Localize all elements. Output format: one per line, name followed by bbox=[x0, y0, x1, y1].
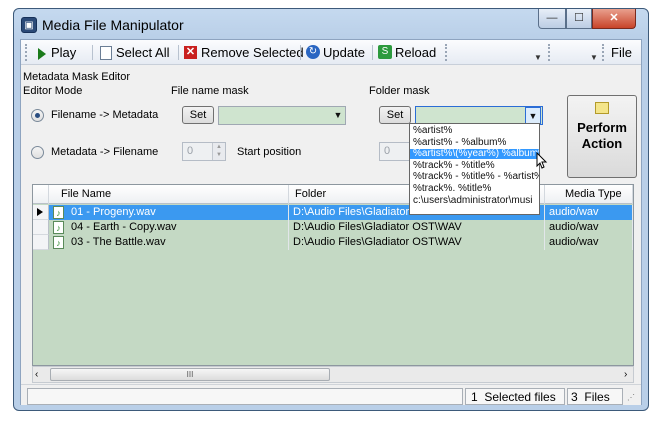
toolbar-overflow-icon[interactable]: ▼ bbox=[534, 53, 542, 62]
current-row-arrow-icon bbox=[37, 208, 43, 216]
toolbar-grip[interactable] bbox=[25, 44, 27, 61]
dropdown-option[interactable]: %track% - %title% bbox=[410, 160, 539, 171]
play-button[interactable]: Play bbox=[51, 44, 76, 62]
radio-metadata-to-filename[interactable] bbox=[31, 146, 44, 159]
perform-label-line2: Action bbox=[581, 136, 623, 151]
minimize-button[interactable]: — bbox=[538, 9, 566, 29]
mouse-cursor-icon bbox=[536, 152, 548, 169]
cell-file-name[interactable]: 01 - Progeny.wav bbox=[67, 205, 289, 220]
folder-start-value: 0 bbox=[384, 145, 391, 157]
reload-icon[interactable]: S bbox=[378, 45, 392, 59]
toolbar-grip[interactable] bbox=[548, 44, 550, 61]
cell-media-type[interactable]: audio/wav bbox=[545, 205, 633, 220]
perform-action-label: Perform Action bbox=[568, 120, 636, 152]
application-window: ▣ Media File Manipulator — ☐ ✕ Play Sele… bbox=[13, 8, 649, 411]
perform-action-button[interactable]: Perform Action bbox=[567, 95, 637, 178]
cell-folder[interactable]: D:\Audio Files\Gladiator OST\WAV bbox=[289, 220, 545, 235]
table-row[interactable]: ♪ 04 - Earth - Copy.wav D:\Audio Files\Gla… bbox=[33, 220, 633, 235]
column-header-file-name[interactable]: File Name bbox=[49, 185, 289, 204]
status-panel-files: 3 Files bbox=[567, 388, 623, 405]
row-header-corner bbox=[33, 185, 49, 204]
update-icon[interactable]: ↻ bbox=[306, 45, 320, 59]
music-note-icon: ♪ bbox=[53, 221, 64, 234]
set-filename-mask-button[interactable]: Set bbox=[182, 106, 214, 124]
maximize-button[interactable]: ☐ bbox=[566, 9, 592, 29]
cell-file-name[interactable]: 04 - Earth - Copy.wav bbox=[67, 220, 289, 235]
folder-mask-label: Folder mask bbox=[369, 85, 430, 97]
file-count: 3 bbox=[571, 390, 578, 404]
folder-mask-dropdown[interactable]: %artist% %artist% - %album% %artist%\(%yea… bbox=[409, 123, 540, 215]
remove-selected-button[interactable]: Remove Selected bbox=[201, 44, 304, 62]
table-header: File Name Folder Media Type bbox=[33, 185, 633, 204]
scrollbar-thumb[interactable]: III bbox=[50, 368, 330, 381]
row-header[interactable] bbox=[33, 220, 49, 235]
dropdown-option[interactable]: %artist% - %album% bbox=[410, 137, 539, 148]
dropdown-option[interactable]: c:\users\administrator\musi bbox=[410, 195, 539, 206]
toolbar-separator bbox=[372, 45, 373, 60]
table-row[interactable]: ♪ 03 - The Battle.wav D:\Audio Files\Gladi… bbox=[33, 235, 633, 250]
music-note-icon: ♪ bbox=[53, 236, 64, 249]
resize-grip-icon[interactable]: ⋰ bbox=[627, 393, 635, 402]
lightning-icon bbox=[595, 102, 609, 114]
radio-label-metadata-to-filename[interactable]: Metadata -> Filename bbox=[51, 146, 158, 158]
toolbar-grip[interactable] bbox=[445, 44, 447, 61]
app-icon[interactable]: ▣ bbox=[21, 17, 37, 33]
window-title: Media File Manipulator bbox=[42, 17, 184, 33]
horizontal-scrollbar[interactable]: ‹ III › bbox=[32, 366, 634, 383]
dropdown-option[interactable]: %artist%\(%year%) %album% bbox=[410, 149, 539, 160]
remove-icon[interactable]: ✕ bbox=[184, 46, 197, 59]
title-bar[interactable]: ▣ Media File Manipulator — ☐ ✕ bbox=[14, 9, 648, 39]
editor-mode-label: Editor Mode bbox=[23, 85, 83, 97]
scroll-left-icon[interactable]: ‹ bbox=[35, 367, 38, 382]
editor-title: Metadata Mask Editor bbox=[23, 71, 130, 83]
update-button[interactable]: Update bbox=[323, 44, 365, 62]
files-label: Files bbox=[584, 390, 610, 404]
radio-filename-to-metadata[interactable] bbox=[31, 109, 44, 122]
cell-file-name[interactable]: 03 - The Battle.wav bbox=[67, 235, 289, 250]
row-header[interactable] bbox=[33, 205, 49, 220]
status-panel-selected: 1 Selected files bbox=[465, 388, 565, 405]
cell-media-type[interactable]: audio/wav bbox=[545, 235, 633, 250]
play-icon[interactable] bbox=[38, 48, 46, 60]
start-position-value: 0 bbox=[187, 145, 194, 157]
selected-count: 1 bbox=[471, 390, 478, 404]
set-folder-mask-button[interactable]: Set bbox=[379, 106, 411, 124]
file-table[interactable]: File Name Folder Media Type ♪ 01 - Progen… bbox=[32, 184, 634, 366]
cell-media-type[interactable]: audio/wav bbox=[545, 220, 633, 235]
dropdown-option[interactable]: %track%. %title% bbox=[410, 184, 539, 194]
toolbar-separator bbox=[178, 45, 179, 60]
toolbar-separator bbox=[92, 45, 93, 60]
dropdown-option[interactable]: %track% - %title% - %artist% bbox=[410, 172, 539, 182]
start-position-label: Start position bbox=[237, 146, 302, 158]
column-header-media-type[interactable]: Media Type bbox=[545, 185, 633, 204]
row-header[interactable] bbox=[33, 235, 49, 250]
status-bar: 1 Selected files 3 Files ⋰ bbox=[21, 384, 641, 405]
menu-overflow-icon[interactable]: ▼ bbox=[590, 53, 598, 62]
music-note-icon: ♪ bbox=[53, 206, 64, 219]
dropdown-option[interactable]: %artist% bbox=[410, 126, 539, 136]
file-menu[interactable]: File bbox=[611, 44, 632, 62]
table-row[interactable]: ♪ 01 - Progeny.wav D:\Audio Files\Gladiato… bbox=[33, 205, 633, 220]
spinner-arrows-icon[interactable]: ▲ ▼ bbox=[212, 143, 225, 160]
radio-label-filename-to-metadata[interactable]: Filename -> Metadata bbox=[51, 109, 158, 121]
toolbar-separator bbox=[300, 45, 301, 60]
toolbar: Play Select All ✕ Remove Selected ↻ Upda… bbox=[21, 40, 641, 65]
toolbar-grip[interactable] bbox=[602, 44, 604, 61]
chevron-down-icon[interactable]: ▼ bbox=[330, 107, 346, 124]
filename-mask-label: File name mask bbox=[171, 85, 249, 97]
start-position-spinner[interactable]: 0 ▲ ▼ bbox=[182, 142, 226, 161]
perform-label-line1: Perform bbox=[577, 120, 627, 135]
filename-mask-combo[interactable]: ▼ bbox=[218, 106, 346, 125]
status-panel-message bbox=[27, 388, 463, 405]
cell-folder[interactable]: D:\Audio Files\Gladiator OST\WAV bbox=[289, 235, 545, 250]
select-all-button[interactable]: Select All bbox=[116, 44, 169, 62]
client-area: Play Select All ✕ Remove Selected ↻ Upda… bbox=[20, 39, 642, 405]
close-button[interactable]: ✕ bbox=[592, 9, 636, 29]
select-all-icon[interactable] bbox=[100, 46, 112, 60]
scroll-right-icon[interactable]: › bbox=[624, 367, 627, 382]
chevron-down-icon[interactable]: ▼ bbox=[525, 107, 541, 124]
selected-label: Selected files bbox=[484, 390, 556, 404]
reload-button[interactable]: Reload bbox=[395, 44, 436, 62]
